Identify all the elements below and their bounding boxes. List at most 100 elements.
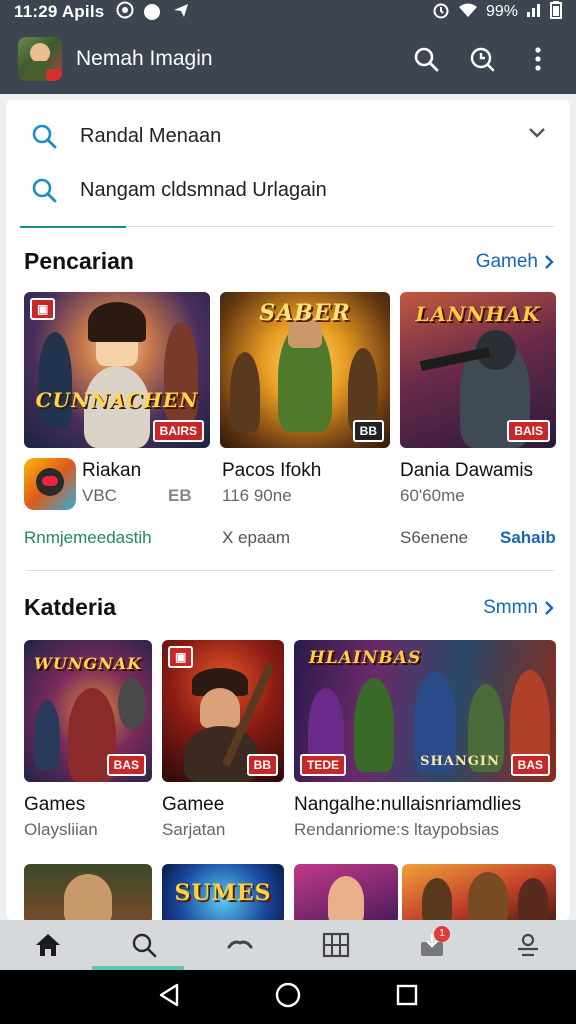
game-thumbnail[interactable]: ▣ BB xyxy=(162,640,284,782)
back-triangle-icon xyxy=(159,983,178,1006)
search-suggestion-text: Nangam cldsmnad Urlagain xyxy=(80,178,327,201)
thumbnail-badge: BAIRS xyxy=(152,420,204,442)
thumbnail-badge: ▣ xyxy=(30,298,56,320)
thumbnail-title: CUNNACHEN xyxy=(35,388,199,412)
search-icon xyxy=(32,124,57,149)
search-suggestion-1[interactable]: Randal Menaan xyxy=(6,110,570,162)
recents-button[interactable] xyxy=(396,984,418,1011)
category-title[interactable]: Nangalhe:nullaisnriamdlies xyxy=(294,794,556,816)
game-thumbnail[interactable]: SABER BB xyxy=(220,292,390,448)
notification-dot-icon xyxy=(144,4,161,20)
game-badge: EB xyxy=(168,486,192,505)
game-thumbnail[interactable] xyxy=(402,864,556,920)
thumbnail-badge: BAS xyxy=(106,754,146,776)
section-more-link[interactable]: Smmn xyxy=(483,597,554,619)
game-controller-icon xyxy=(227,940,253,949)
nav-categories[interactable] xyxy=(304,920,368,970)
app-logo[interactable] xyxy=(18,37,62,81)
category-title[interactable]: Gamee xyxy=(162,794,224,816)
section-header-pencarian: Pencarian Gameh xyxy=(24,248,554,275)
thumbnail-badge: BAS xyxy=(510,754,550,776)
history-search-button[interactable] xyxy=(460,37,504,81)
game-tagline: X epaam xyxy=(222,528,291,547)
wifi-icon xyxy=(458,2,478,23)
navigation-arrow-icon xyxy=(172,1,190,24)
content-card: Randal Menaan Nangam cldsmnad Urlagain P… xyxy=(6,100,570,920)
nav-search[interactable] xyxy=(112,920,176,970)
back-button[interactable] xyxy=(158,983,180,1012)
game-link[interactable]: Sahaib xyxy=(500,528,556,548)
game-thumbnail[interactable] xyxy=(294,864,398,920)
game-thumbnail[interactable]: WUNGNAK BAS xyxy=(24,640,152,782)
home-circle-icon xyxy=(275,982,301,1007)
signal-icon xyxy=(526,2,542,23)
game-subtitle: VBC xyxy=(82,486,117,505)
thumbnail-title: LANNHAK xyxy=(415,302,541,326)
game-title[interactable]: Dania Dawamis xyxy=(400,460,533,482)
thumbnail-badge: BAIS xyxy=(507,420,550,442)
category-title[interactable]: Games xyxy=(24,794,85,816)
section-header-katderia: Katderia Smmn xyxy=(24,594,554,621)
game-tagline: S6enene xyxy=(400,528,469,547)
more-options-button[interactable] xyxy=(516,37,560,81)
game-title[interactable]: Riakan xyxy=(82,460,141,482)
game-thumbnail[interactable]: SUMES xyxy=(162,864,284,920)
game-thumbnail[interactable]: LANNHAK BAIS xyxy=(400,292,556,448)
app-bar: Nemah Imagin xyxy=(0,24,576,94)
thumbnail-title: HLAINBAS xyxy=(308,648,422,668)
app-title: Nemah Imagin xyxy=(76,47,213,70)
search-icon xyxy=(32,178,57,203)
chevron-down-icon[interactable] xyxy=(528,126,546,145)
game-thumbnail[interactable]: HLAINBAS SHANGIN TEDE BAS xyxy=(294,640,556,782)
search-underline xyxy=(20,226,126,228)
battery-icon xyxy=(550,0,562,24)
game-subtitle: 60'60me xyxy=(400,486,465,505)
game-title[interactable]: Pacos Ifokh xyxy=(222,460,321,482)
home-button[interactable] xyxy=(275,982,301,1013)
thumbnail-subtitle: SHANGIN xyxy=(420,754,500,769)
nav-profile[interactable] xyxy=(496,920,560,970)
search-button[interactable] xyxy=(404,37,448,81)
category-subtitle: Rendanriome:s ltaypobsias xyxy=(294,820,500,839)
thumbnail-title: SUMES xyxy=(174,880,272,906)
thumbnail-badge: ▣ xyxy=(168,646,194,668)
section-title: Katderia xyxy=(24,594,117,620)
game-thumbnail[interactable] xyxy=(24,864,152,920)
divider xyxy=(26,570,554,571)
nav-downloads[interactable]: 1 xyxy=(400,920,464,970)
history-search-icon xyxy=(470,47,495,72)
game-subtitle: 116 90ne xyxy=(222,486,292,505)
thumbnail-badge: BB xyxy=(352,420,384,442)
copyright-icon xyxy=(116,1,134,24)
section-title: Pencarian xyxy=(24,248,134,274)
more-vertical-icon xyxy=(535,47,541,71)
category-subtitle: Sarjatan xyxy=(162,820,226,839)
alarm-icon xyxy=(432,1,450,24)
game-tagline[interactable]: Rnmjemeedastih xyxy=(24,528,152,548)
search-suggestion-text: Randal Menaan xyxy=(80,124,222,147)
status-bar: 11:29 Apils 99% xyxy=(0,0,576,24)
chevron-right-icon xyxy=(545,254,554,269)
system-navigation-bar xyxy=(0,970,576,1024)
grid-icon xyxy=(322,932,350,958)
game-app-icon[interactable] xyxy=(24,458,76,510)
thumbnail-badge: BB xyxy=(246,754,278,776)
bottom-navigation: 1 xyxy=(0,920,576,970)
chevron-right-icon xyxy=(545,600,554,615)
recents-square-icon xyxy=(397,984,418,1005)
section-more-link[interactable]: Gameh xyxy=(476,251,554,273)
divider xyxy=(126,226,554,227)
notification-badge: 1 xyxy=(434,926,450,942)
search-icon xyxy=(132,933,157,958)
nav-home[interactable] xyxy=(16,920,80,970)
search-icon xyxy=(414,47,439,72)
thumbnail-badge: TEDE xyxy=(300,754,347,776)
profile-icon xyxy=(518,933,538,957)
nav-games[interactable] xyxy=(208,920,272,970)
thumbnail-title: WUNGNAK xyxy=(33,654,143,673)
thumbnail-title: SABER xyxy=(259,300,351,326)
category-subtitle: Olaysliian xyxy=(24,820,98,839)
home-icon xyxy=(36,934,60,956)
search-suggestion-2[interactable]: Nangam cldsmnad Urlagain xyxy=(6,164,570,216)
game-thumbnail[interactable]: CUNNACHEN ▣ BAIRS xyxy=(24,292,210,448)
